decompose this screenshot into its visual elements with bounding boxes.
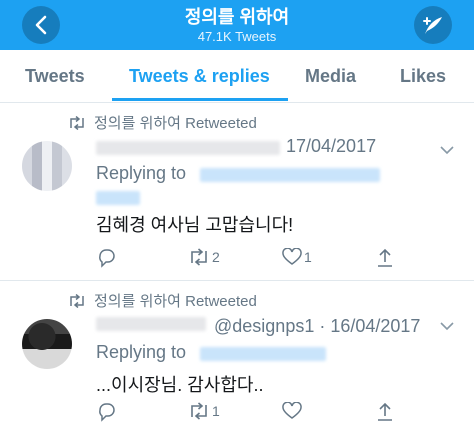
redacted-mention[interactable] (200, 168, 380, 182)
redacted-username (96, 141, 280, 155)
chevron-down-icon[interactable] (440, 321, 454, 331)
tweet-count: 47.1K Tweets (197, 29, 277, 44)
like-button[interactable]: 1 (282, 248, 312, 266)
retweet-count: 2 (212, 249, 220, 265)
reply-button[interactable] (96, 248, 116, 268)
redacted-mention[interactable] (96, 191, 140, 205)
retweet-count: 1 (212, 403, 220, 419)
compose-tweet-button[interactable] (414, 6, 452, 44)
retweet-context: 정의를 위하여 Retweeted (68, 290, 257, 311)
retweet-button[interactable]: 1 (188, 402, 220, 420)
heart-icon (282, 402, 302, 419)
retweet-button[interactable]: 2 (188, 248, 220, 266)
share-button[interactable] (376, 248, 394, 268)
heart-icon (282, 248, 302, 265)
share-icon (378, 402, 392, 421)
replying-to-label: Replying to (96, 342, 187, 362)
tweet[interactable]: 정의를 위하여 Retweeted @designps1 · 16/04/201… (0, 281, 474, 432)
profile-header: 정의를 위하여 47.1K Tweets (0, 0, 474, 50)
tweet-text: ...이시장님. 감사합다.. (96, 375, 264, 395)
retweet-icon (70, 115, 84, 130)
share-button[interactable] (376, 402, 394, 422)
tab-tweets[interactable]: Tweets (25, 66, 85, 87)
like-count: 1 (304, 249, 312, 265)
tweet-handle-date: @designps1 · 16/04/2017 (214, 316, 421, 336)
active-tab-indicator (112, 98, 288, 101)
tweet[interactable]: 정의를 위하여 Retweeted 17/04/2017 Replying to… (0, 103, 474, 281)
retweeted-by-label: 정의를 위하여 Retweeted (94, 115, 257, 132)
avatar[interactable] (22, 319, 72, 369)
retweet-icon (191, 248, 207, 266)
tweet-actions: 1 (96, 402, 396, 426)
profile-name: 정의를 위하여 (184, 7, 290, 27)
share-icon (378, 248, 392, 267)
tweet-text: 김혜경 여사님 고맙습니다! (96, 215, 294, 235)
tab-tweets-and-replies[interactable]: Tweets & replies (129, 66, 270, 87)
redacted-mention[interactable] (200, 347, 326, 361)
tweet-actions: 2 1 (96, 248, 396, 272)
like-button[interactable] (282, 402, 304, 420)
tab-media[interactable]: Media (305, 66, 356, 87)
avatar[interactable] (22, 141, 72, 191)
profile-tabs: Tweets Tweets & replies Media Likes (0, 50, 474, 103)
reply-icon (99, 403, 115, 422)
tab-likes[interactable]: Likes (400, 66, 446, 87)
retweeted-by-label: 정의를 위하여 Retweeted (94, 293, 257, 310)
chevron-down-icon[interactable] (440, 145, 454, 155)
retweet-icon (191, 402, 207, 420)
redacted-username (96, 317, 206, 331)
replying-to-label: Replying to (96, 163, 187, 183)
retweet-context: 정의를 위하여 Retweeted (68, 112, 257, 133)
tweet-date: 17/04/2017 (286, 136, 377, 156)
compose-tweet-icon (423, 17, 442, 34)
reply-button[interactable] (96, 402, 116, 422)
reply-icon (99, 249, 115, 268)
retweet-icon (70, 293, 84, 308)
